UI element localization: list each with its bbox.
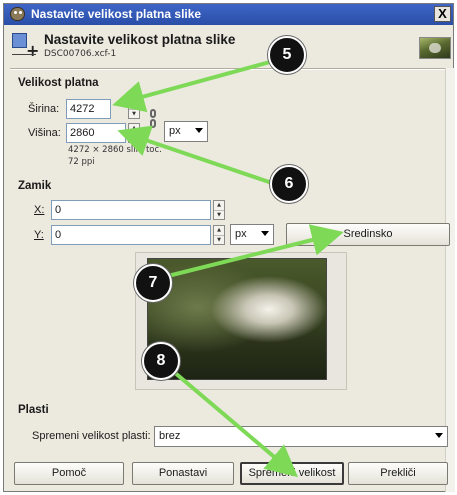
offset-x-input[interactable]: 0 bbox=[51, 200, 211, 220]
offset-x-spinner[interactable]: ▲ ▼ bbox=[213, 200, 225, 220]
reset-button[interactable]: Ponastavi bbox=[132, 462, 234, 485]
dropdown-arrow-icon bbox=[435, 433, 443, 438]
offset-y-spinner[interactable]: ▲ ▼ bbox=[213, 225, 225, 245]
canvas-size-icon: + bbox=[12, 33, 39, 59]
width-input[interactable]: 4272 bbox=[66, 99, 111, 119]
size-unit-select[interactable]: px bbox=[164, 121, 208, 142]
image-name: DSC00706.xcf-1 bbox=[44, 49, 117, 59]
offset-y-input[interactable]: 0 bbox=[51, 225, 211, 245]
height-spinner[interactable]: ▲ ▼ bbox=[128, 123, 140, 143]
canvas-size-heading: Velikost platna bbox=[18, 77, 99, 89]
header-separator bbox=[10, 68, 448, 70]
chain-link-icon[interactable] bbox=[150, 109, 158, 135]
layers-heading: Plasti bbox=[18, 404, 49, 416]
dialog-heading: Nastavite velikost platna slike bbox=[44, 32, 236, 47]
dialog-window: Nastavite velikost platna slike X + Nast… bbox=[3, 3, 455, 492]
close-button[interactable]: X bbox=[434, 6, 451, 22]
resize-button[interactable]: Spremeni velikost bbox=[240, 462, 344, 485]
callout-7: 7 bbox=[134, 264, 172, 302]
height-label: Višina: bbox=[28, 127, 61, 139]
offset-unit-select[interactable]: px bbox=[230, 224, 274, 245]
resize-layers-select[interactable]: brez bbox=[154, 426, 448, 447]
callout-5: 5 bbox=[268, 36, 306, 74]
dropdown-arrow-icon bbox=[261, 231, 269, 236]
width-label: Širina: bbox=[28, 103, 60, 115]
height-input[interactable]: 2860 bbox=[66, 123, 126, 143]
offset-y-label: Y: bbox=[34, 229, 44, 241]
cancel-button[interactable]: Prekliči bbox=[348, 462, 448, 485]
width-spinner[interactable]: ▲ ▼ bbox=[128, 99, 140, 119]
offset-heading: Zamik bbox=[18, 180, 52, 192]
offset-x-label: X: bbox=[34, 204, 45, 216]
image-thumbnail bbox=[419, 37, 451, 59]
help-button[interactable]: Pomoč bbox=[14, 462, 124, 485]
callout-8: 8 bbox=[142, 342, 180, 380]
size-info-pixels: 4272 × 2860 slik. toč. bbox=[68, 145, 162, 155]
callout-6: 6 bbox=[270, 165, 308, 203]
resize-layers-label: Spremeni velikost plasti: bbox=[32, 430, 151, 442]
title-bar[interactable]: Nastavite velikost platna slike X bbox=[4, 4, 453, 25]
window-title: Nastavite velikost platna slike bbox=[31, 7, 202, 21]
size-info-ppi: 72 ppi bbox=[68, 157, 95, 167]
dropdown-arrow-icon bbox=[195, 128, 203, 133]
gimp-wilber-icon bbox=[10, 7, 25, 21]
center-button[interactable]: Sredinsko bbox=[286, 223, 450, 246]
